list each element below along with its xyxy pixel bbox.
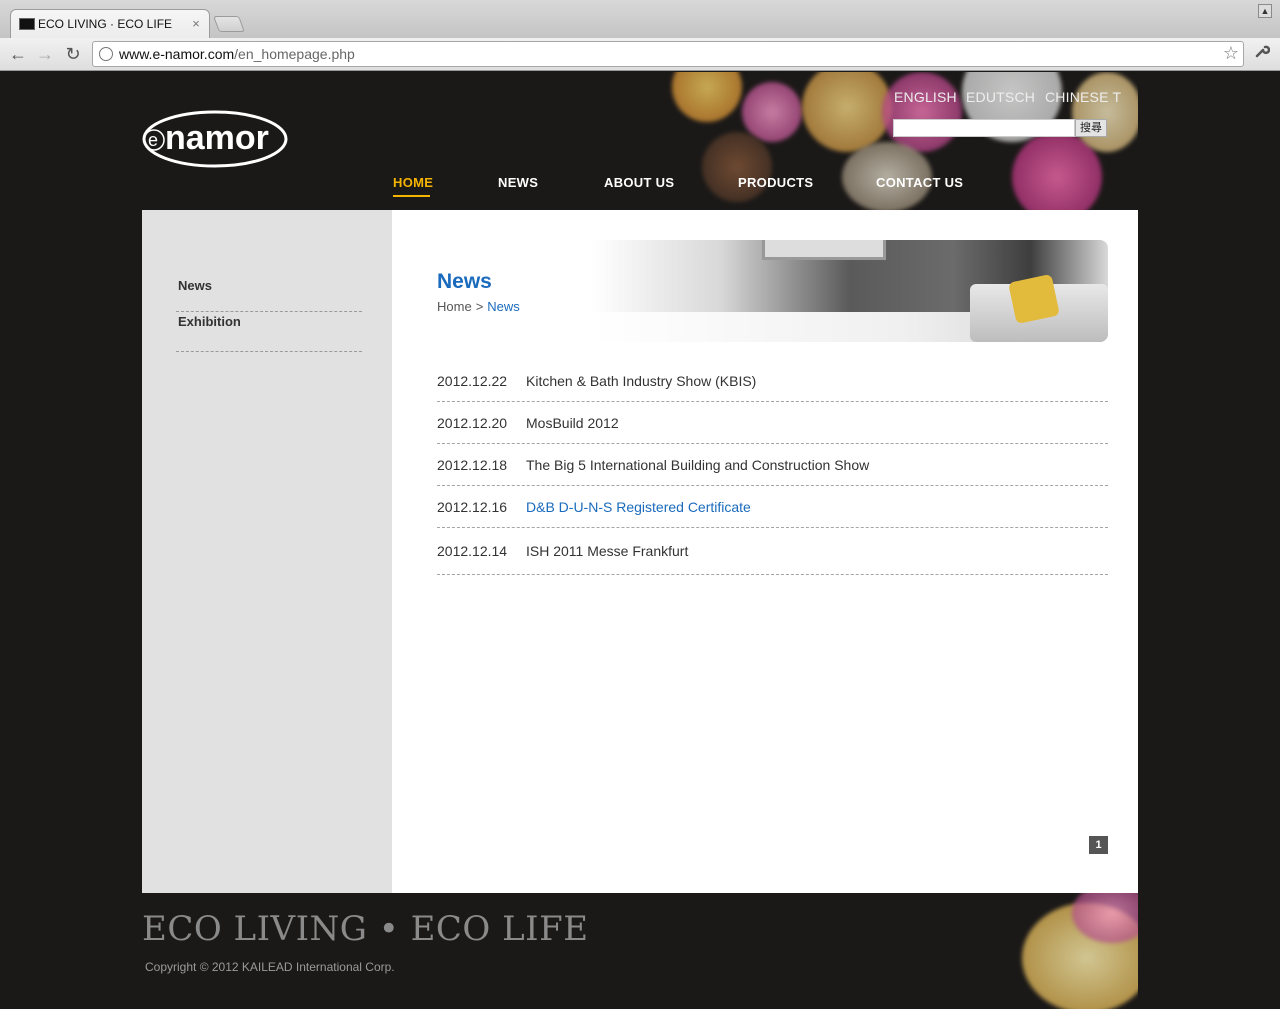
news-date: 2012.12.20 <box>437 414 508 431</box>
lang-chinese-link[interactable]: CHINESE T <box>1045 89 1121 105</box>
svg-text:namor: namor <box>165 119 269 157</box>
browser-tabstrip: ECO LIVING · ECO LIFE × ▲ <box>0 0 1280 38</box>
nav-about-us[interactable]: ABOUT US <box>604 175 674 190</box>
address-bar[interactable]: www.e-namor.com/en_homepage.php ☆ <box>92 41 1244 67</box>
news-date: 2012.12.22 <box>437 372 508 389</box>
bokeh-decoration <box>702 132 772 202</box>
back-button[interactable]: ← <box>6 42 30 66</box>
main-content: News Home > News 2012.12.22 Kitchen & Bath… <box>392 210 1138 893</box>
nav-home[interactable]: HOME <box>393 175 433 190</box>
sidebar-item-news[interactable]: News <box>176 276 362 312</box>
search-input[interactable] <box>893 119 1075 137</box>
interior-banner-image <box>592 240 1108 342</box>
bokeh-decoration <box>802 72 892 152</box>
url-host: www.e-namor.com <box>119 46 235 62</box>
news-row[interactable]: 2012.12.20 MosBuild 2012 <box>437 402 1108 444</box>
breadcrumb-home[interactable]: Home <box>437 299 472 314</box>
breadcrumb-separator: > <box>475 299 484 314</box>
news-date: 2012.12.14 <box>437 543 508 559</box>
news-row[interactable]: 2012.12.22 Kitchen & Bath Industry Show … <box>437 360 1108 402</box>
news-title-link[interactable]: The Big 5 International Building and Con… <box>526 457 869 473</box>
sidebar: News Exhibition <box>142 210 392 893</box>
window-restore-icon[interactable]: ▲ <box>1258 4 1272 18</box>
wrench-icon <box>1255 45 1271 58</box>
news-row[interactable]: 2012.12.14 ISH 2011 Messe Frankfurt <box>437 528 1108 575</box>
svg-text:e: e <box>148 130 158 150</box>
new-tab-button[interactable] <box>213 16 245 32</box>
news-row[interactable]: 2012.12.18 The Big 5 International Build… <box>437 444 1108 486</box>
lang-english-link[interactable]: ENGLISH <box>894 89 957 105</box>
nav-active-underline <box>393 195 430 197</box>
news-date: 2012.12.18 <box>437 456 508 473</box>
forward-button[interactable]: → <box>33 42 57 66</box>
breadcrumb: Home > News <box>437 299 520 314</box>
banner-pillow <box>1008 273 1060 325</box>
news-title-link[interactable]: ISH 2011 Messe Frankfurt <box>526 543 688 559</box>
bokeh-decoration <box>742 82 802 142</box>
lang-deutsch-link[interactable]: EDUTSCH <box>966 89 1035 105</box>
bookmark-star-icon[interactable]: ☆ <box>1223 43 1239 64</box>
site-header: e namor ENGLISH EDUTSCH CHINESE T 搜尋 HOM… <box>142 72 1138 210</box>
favicon-icon <box>19 18 35 30</box>
search-button[interactable]: 搜尋 <box>1075 119 1107 137</box>
news-title-link[interactable]: Kitchen & Bath Industry Show (KBIS) <box>526 373 756 389</box>
copyright-text: Copyright © 2012 KAILEAD International C… <box>145 960 395 974</box>
web-page: e namor ENGLISH EDUTSCH CHINESE T 搜尋 HOM… <box>0 72 1280 1009</box>
site-footer: ECO LIVING • ECO LIFE Copyright © 2012 K… <box>142 893 1138 1009</box>
news-row[interactable]: 2012.12.16 D&B D-U-N-S Registered Certif… <box>437 486 1108 528</box>
tab-title: ECO LIVING · ECO LIFE <box>38 17 173 31</box>
bokeh-decoration <box>882 72 962 152</box>
reload-button[interactable]: ↻ <box>61 42 85 66</box>
news-date: 2012.12.16 <box>437 498 508 515</box>
browser-tab[interactable]: ECO LIVING · ECO LIFE × <box>10 9 210 38</box>
nav-news[interactable]: NEWS <box>498 175 538 190</box>
nav-products[interactable]: PRODUCTS <box>738 175 813 190</box>
globe-icon <box>99 47 113 61</box>
close-tab-icon[interactable]: × <box>189 17 203 31</box>
news-title-link[interactable]: MosBuild 2012 <box>526 415 619 431</box>
url-path: /en_homepage.php <box>234 46 355 62</box>
bokeh-decoration <box>1072 72 1138 152</box>
pagination-page-button[interactable]: 1 <box>1089 836 1108 854</box>
browser-toolbar: ← → ↻ www.e-namor.com/en_homepage.php ☆ <box>0 38 1280 71</box>
nav-contact-us[interactable]: CONTACT US <box>876 175 963 190</box>
wrench-menu-icon[interactable] <box>1254 43 1271 64</box>
footer-slogan: ECO LIVING • ECO LIFE <box>142 909 589 949</box>
logo-graphic: e namor <box>142 110 288 168</box>
page-title: News <box>437 270 492 293</box>
news-title-link[interactable]: D&B D-U-N-S Registered Certificate <box>526 499 751 515</box>
banner-tv <box>762 240 886 260</box>
news-list: 2012.12.22 Kitchen & Bath Industry Show … <box>437 360 1108 575</box>
bokeh-decoration <box>672 72 742 122</box>
breadcrumb-current[interactable]: News <box>487 299 520 314</box>
enamor-logo[interactable]: e namor <box>142 110 290 168</box>
sidebar-item-exhibition[interactable]: Exhibition <box>176 312 362 352</box>
